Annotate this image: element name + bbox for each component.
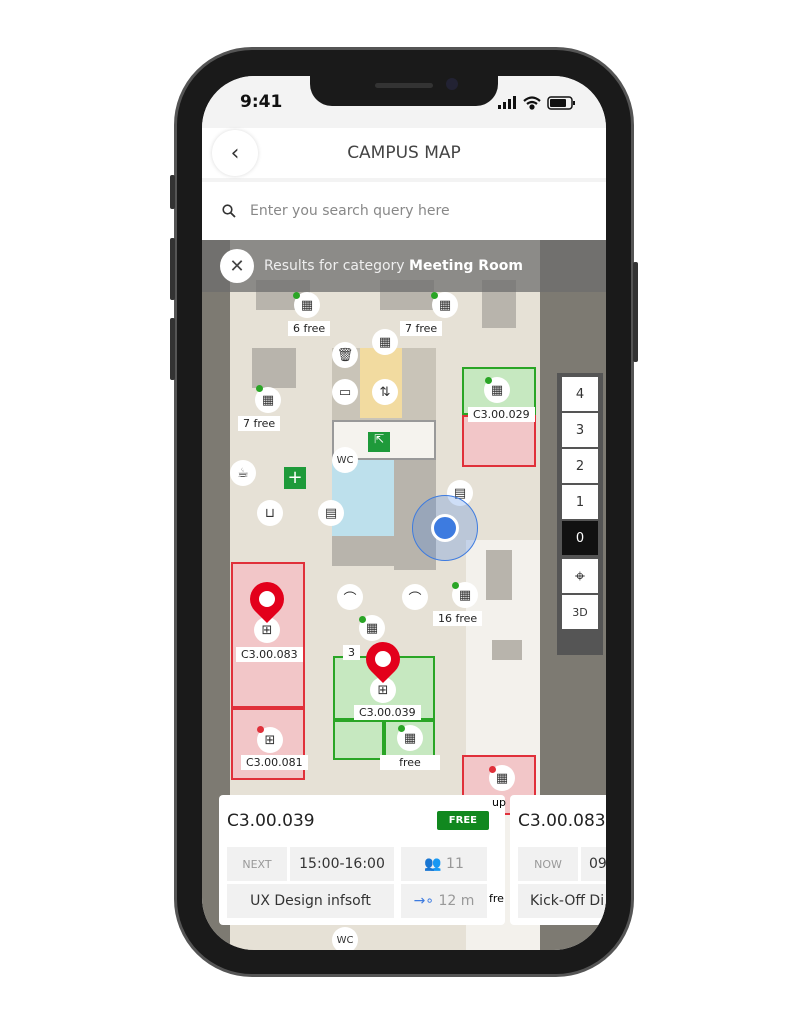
battery-icon: [547, 96, 575, 110]
wifi-icon: [523, 96, 541, 110]
floor-selector: 4 3 2 1 0 ⌖ 3D: [557, 373, 603, 655]
locate-button[interactable]: ⌖: [562, 559, 598, 593]
distance: →∘ 12 m: [401, 884, 487, 918]
elevator-icon[interactable]: ⇅: [372, 379, 398, 405]
map-label: C3.00.029: [468, 407, 535, 422]
hanger-icon[interactable]: ⌒: [402, 584, 428, 610]
map-label: fre: [489, 892, 504, 905]
coffee-icon[interactable]: ☕: [230, 460, 256, 486]
time-range: 09: [581, 847, 606, 881]
desk-icon[interactable]: ▦: [372, 329, 398, 355]
search-icon: [222, 204, 236, 218]
emergency-exit-icon: ⇱: [368, 432, 390, 452]
3d-view-button[interactable]: 3D: [562, 595, 598, 629]
page-title: CAMPUS MAP: [347, 143, 461, 163]
first-aid-icon: +: [284, 467, 306, 489]
map-label: C3.00.081: [241, 755, 308, 770]
room-free-a[interactable]: [333, 720, 384, 760]
front-camera: [446, 78, 458, 90]
people-icon: 👥: [424, 856, 447, 872]
status-icons: [498, 96, 575, 110]
floor-4-button[interactable]: 4: [562, 377, 598, 411]
floor-3-button[interactable]: 3: [562, 413, 598, 447]
map-label: 6 free: [288, 321, 331, 336]
route-icon: →∘: [413, 893, 439, 909]
screen: 9:41 ▦ 6 free ▦ 7 free 🗑 ▦ ▭ ⇅ ▦ 7 free …: [202, 76, 606, 950]
volume-up-button: [170, 238, 175, 300]
floor-2-button[interactable]: 2: [562, 449, 598, 483]
crosshair-icon: ⌖: [574, 565, 586, 587]
room-card-c3-00-083[interactable]: C3.00.083 NOW 09 Kick-Off Di: [510, 795, 606, 925]
search-bar: [202, 182, 606, 240]
when-label: NOW: [518, 847, 578, 881]
map-label: 3: [343, 645, 360, 660]
map-label: up: [492, 796, 506, 809]
map-label: C3.00.039: [354, 705, 421, 720]
results-text: Results for category Meeting Room: [264, 258, 523, 274]
status-badge: FREE: [436, 811, 489, 830]
room-card-c3-00-039[interactable]: C3.00.039 FREE NEXT 15:00-16:00 👥 11 UX …: [219, 795, 505, 925]
event-name: Kick-Off Di: [518, 884, 606, 918]
room-name: C3.00.039: [227, 811, 315, 831]
results-banner: ✕ Results for category Meeting Room: [202, 240, 606, 292]
printer-icon[interactable]: ▤: [318, 500, 344, 526]
when-label: NEXT: [227, 847, 287, 881]
mute-switch: [170, 175, 175, 209]
capacity: 👥 11: [401, 847, 487, 881]
sofa-icon[interactable]: ⊔: [257, 500, 283, 526]
map-label: C3.00.083: [236, 647, 303, 662]
clear-category-button[interactable]: ✕: [220, 249, 254, 283]
room-occupied[interactable]: [462, 415, 536, 467]
current-location-icon: [431, 514, 459, 542]
map-label: 16 free: [433, 611, 483, 626]
wc-icon[interactable]: WC: [332, 447, 358, 473]
speaker: [375, 83, 433, 88]
search-input[interactable]: [250, 203, 570, 219]
notch: [310, 76, 498, 106]
map-label: 7 free: [238, 416, 281, 431]
close-icon: ✕: [229, 255, 245, 277]
app-header: ‹ CAMPUS MAP: [202, 128, 606, 178]
hanger-icon[interactable]: ⌒: [337, 584, 363, 610]
signal-icon: [498, 96, 516, 109]
trash-icon[interactable]: 🗑: [332, 342, 358, 368]
map-label: 7 free: [400, 321, 443, 336]
folder-icon[interactable]: ▭: [332, 379, 358, 405]
power-button: [633, 262, 638, 362]
map-label: free: [380, 755, 440, 770]
floor-0-button[interactable]: 0: [562, 521, 598, 555]
floor-1-button[interactable]: 1: [562, 485, 598, 519]
event-name: UX Design infsoft: [227, 884, 394, 918]
wc-icon[interactable]: WC: [332, 927, 358, 950]
room-name: C3.00.083: [518, 811, 606, 831]
time-range: 15:00-16:00: [290, 847, 394, 881]
campus-map[interactable]: ▦ 6 free ▦ 7 free 🗑 ▦ ▭ ⇅ ▦ 7 free ▦ C3.…: [202, 240, 606, 950]
status-time: 9:41: [240, 92, 283, 112]
volume-down-button: [170, 318, 175, 380]
